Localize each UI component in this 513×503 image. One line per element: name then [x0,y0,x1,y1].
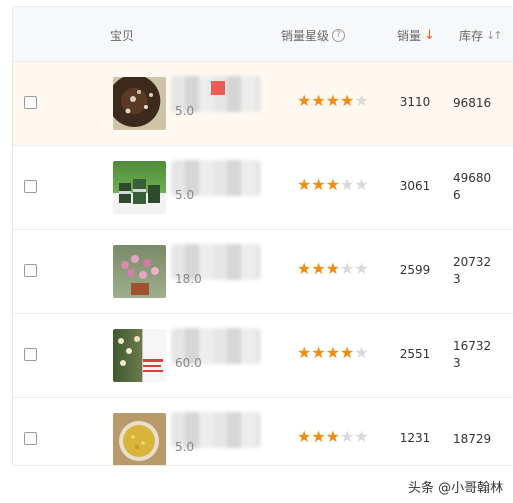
table-row: 5.0 ★ ★ ★ ★ ★ 3061 49680 6 [13,146,513,230]
table-row: 18.0 ★ ★ ★ ★ ★ 2599 20732 3 [13,230,513,314]
row-checkbox[interactable] [24,264,37,277]
sales-rating-stars: ★ ★ ★ ★ ★ [297,177,369,193]
table-row: 5.0 ★ ★ ★ ★ ★ 3110 96816 [13,62,513,146]
pots-image-icon [119,179,160,204]
stock-count-line: 49680 [453,171,492,185]
product-thumbnail[interactable] [113,161,166,214]
star-empty-icon: ★ [354,259,369,278]
sales-rating-stars: ★ ★ ★ ★ ★ [297,429,369,445]
sales-count: 1231 [399,431,431,445]
stock-count-line: 6 [453,188,461,202]
star-filled-icon: ★ [311,343,326,362]
star-filled-icon: ★ [297,91,312,110]
product-thumbnail[interactable] [113,77,166,130]
star-empty-icon: ★ [340,175,355,194]
row-checkbox[interactable] [24,348,37,361]
star-filled-icon: ★ [297,343,312,362]
star-filled-icon: ★ [311,427,326,446]
sort-icon[interactable]: ↓↑ [486,29,503,42]
sales-count: 2599 [399,263,431,277]
stock-count: 18729 [453,431,503,448]
sales-rating-stars: ★ ★ ★ ★ ★ [297,345,369,361]
product-table: 宝贝 销量星级 ? 销量 ↓ 库存 ↓↑ 5.0 ★★★★★ 3110 [12,6,513,466]
sales-count: 2551 [399,347,431,361]
row-checkbox[interactable] [24,180,37,193]
stock-header-label: 库存 [459,29,484,43]
sales-header-label: 销量 [397,29,422,43]
star-empty-icon: ★ [354,91,369,110]
stock-count: 20732 3 [453,254,503,288]
star-filled-icon: ★ [325,259,341,278]
sort-down-icon[interactable]: ↓ [424,28,435,43]
stock-count-line: 18729 [453,432,492,446]
row-checkbox[interactable] [24,96,37,109]
help-icon[interactable]: ? [332,29,346,42]
stock-count-line: 3 [453,356,461,370]
soil-image-icon [125,90,153,114]
star-filled-icon: ★ [325,175,341,194]
stock-count-line: 3 [453,272,461,286]
blurred-title-accent [211,81,225,95]
sales-rating-stars: ★ ★ ★ ★ ★ [297,93,369,109]
stock-count-line: 96816 [453,96,492,110]
star-filled-icon: ★ [311,259,326,278]
star-filled-icon: ★ [311,175,326,194]
product-thumbnail[interactable] [113,245,166,298]
rating-header-label: 销量星级 [281,29,330,43]
sales-count: 3110 [399,95,431,109]
star-filled-icon: ★ [297,427,312,446]
product-thumbnail[interactable] [113,413,166,465]
star-empty-icon: ★ [354,427,369,446]
stock-count: 96816 [453,95,503,112]
star-filled-icon: ★ [340,91,355,110]
star-filled-icon: ★ [325,343,341,362]
roses-image-icon [118,336,163,372]
star-filled-icon: ★ [297,259,312,278]
row-checkbox[interactable] [24,432,37,445]
product-price: 60.0 [175,356,202,370]
product-header-label: 宝贝 [110,29,135,43]
flowers-image-icon [121,255,159,295]
star-empty-icon: ★ [354,175,369,194]
sales-count: 3061 [399,179,431,193]
column-header-product: 宝贝 [110,27,134,44]
star-empty-icon: ★ [340,427,355,446]
grain-image-icon [119,421,159,461]
star-empty-icon: ★ [354,343,369,362]
stock-count-line: 16732 [453,339,492,353]
star-filled-icon: ★ [325,427,341,446]
column-header-sales[interactable]: 销量 ↓ [397,27,435,44]
star-filled-icon: ★ [311,91,326,110]
stock-count-line: 20732 [453,255,492,269]
product-thumbnail[interactable] [113,329,166,382]
star-filled-icon: ★ [325,91,341,110]
star-empty-icon: ★ [340,259,355,278]
stock-count: 16732 3 [453,338,503,372]
table-header: 宝贝 销量星级 ? 销量 ↓ 库存 ↓↑ [13,7,513,62]
stock-count: 49680 6 [453,170,503,204]
watermark: 头条 @小哥翰林 [408,481,504,496]
star-filled-icon: ★ [340,343,355,362]
table-row: 5.0 ★ ★ ★ ★ ★ 1231 18729 [13,398,513,465]
product-price: 5.0 [175,104,195,118]
product-price: 5.0 [175,188,195,202]
sales-rating-stars: ★ ★ ★ ★ ★ [297,261,369,277]
table-row: 60.0 ★ ★ ★ ★ ★ 2551 16732 3 [13,314,513,398]
column-header-stock[interactable]: 库存 ↓↑ [459,27,503,44]
star-filled-icon: ★ [297,175,312,194]
column-header-rating: 销量星级 ? [281,27,346,44]
product-price: 18.0 [175,272,202,286]
product-price: 5.0 [175,440,195,454]
